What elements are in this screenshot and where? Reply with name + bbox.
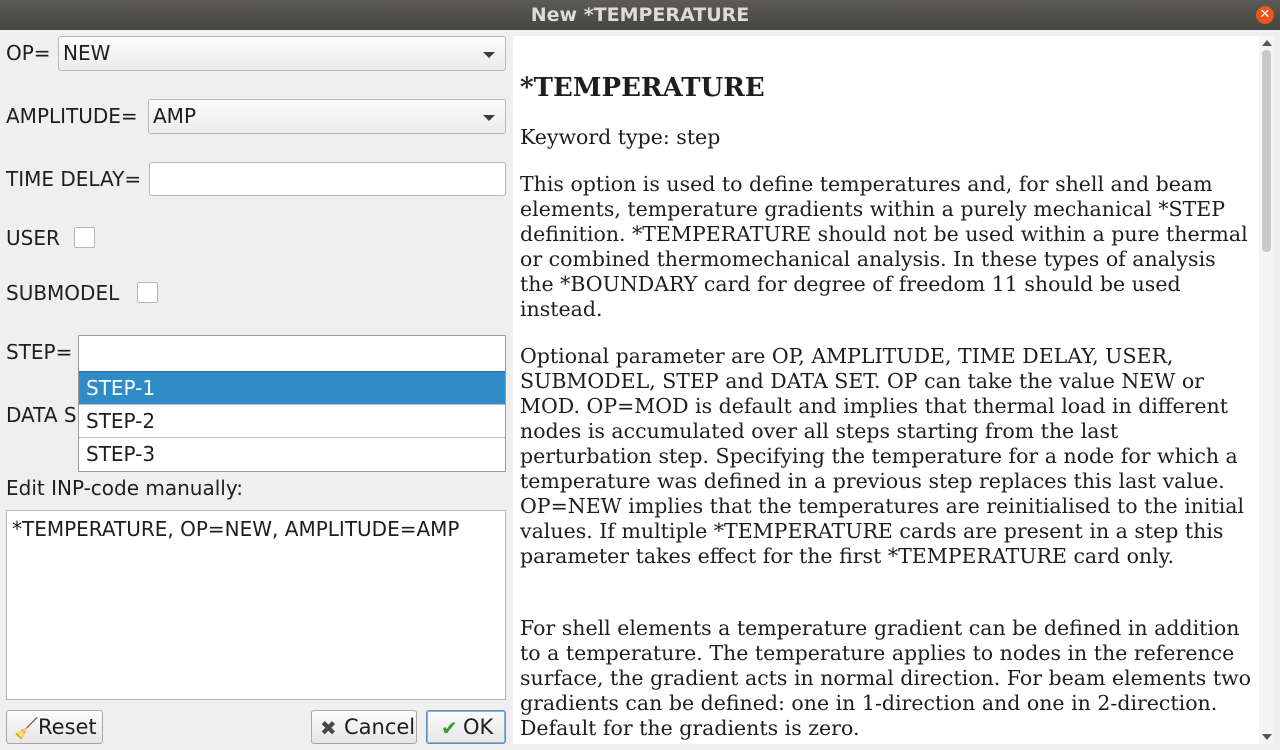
reset-button-label: Reset bbox=[38, 715, 97, 739]
step-option-1[interactable]: STEP-1 bbox=[79, 371, 505, 404]
x-icon: ✖ bbox=[320, 716, 337, 740]
scroll-down-icon[interactable] bbox=[1262, 734, 1272, 740]
step-dropdown[interactable]: STEP-1 STEP-2 STEP-3 bbox=[78, 335, 506, 472]
step-option-3[interactable]: STEP-3 bbox=[79, 437, 505, 470]
help-paragraph-1: This option is used to define temperatur… bbox=[520, 172, 1248, 321]
data-set-label: DATA S bbox=[6, 403, 77, 427]
ok-button[interactable]: ✔ OK bbox=[426, 710, 506, 744]
op-combobox[interactable]: NEW bbox=[58, 36, 506, 71]
reset-button[interactable]: 🧹 Reset bbox=[6, 710, 103, 744]
cancel-button[interactable]: ✖ Cancel bbox=[311, 710, 417, 744]
time-delay-label: TIME DELAY= bbox=[6, 167, 142, 191]
chevron-down-icon bbox=[483, 52, 495, 58]
amplitude-label: AMPLITUDE= bbox=[6, 104, 138, 128]
op-label: OP= bbox=[6, 41, 51, 65]
help-paragraph-3: For shell elements a temperature gradien… bbox=[520, 616, 1251, 740]
submodel-checkbox[interactable] bbox=[137, 282, 158, 303]
ok-button-label: OK bbox=[463, 715, 494, 739]
op-value: NEW bbox=[63, 41, 111, 65]
help-heading: *TEMPERATURE bbox=[520, 73, 765, 103]
time-delay-input[interactable] bbox=[149, 162, 506, 196]
scrollbar-thumb[interactable] bbox=[1262, 50, 1271, 252]
window-title: New *TEMPERATURE bbox=[530, 4, 750, 26]
help-paragraph-2: Optional parameter are OP, AMPLITUDE, TI… bbox=[520, 344, 1245, 568]
step-option-2[interactable]: STEP-2 bbox=[79, 404, 505, 437]
help-panel: *TEMPERATURE Keyword type: step This opt… bbox=[513, 36, 1259, 744]
edit-inp-label: Edit INP-code manually: bbox=[6, 476, 243, 500]
submodel-label: SUBMODEL bbox=[6, 281, 120, 305]
user-label: USER bbox=[6, 226, 60, 250]
step-current-value[interactable] bbox=[79, 336, 505, 371]
window-titlebar: New *TEMPERATURE ✕ bbox=[0, 0, 1280, 30]
amplitude-combobox[interactable]: AMP bbox=[148, 99, 506, 134]
scroll-up-icon[interactable] bbox=[1262, 40, 1272, 46]
close-icon[interactable]: ✕ bbox=[1256, 6, 1274, 24]
amplitude-value: AMP bbox=[153, 104, 196, 128]
help-scrollbar[interactable] bbox=[1259, 36, 1274, 744]
user-checkbox[interactable] bbox=[74, 227, 95, 248]
checkmark-icon: ✔ bbox=[441, 716, 458, 740]
cancel-button-label: Cancel bbox=[344, 715, 416, 739]
help-keyword-type: Keyword type: step bbox=[520, 125, 721, 149]
inp-code-editor[interactable]: *TEMPERATURE, OP=NEW, AMPLITUDE=AMP bbox=[6, 510, 506, 700]
broom-icon: 🧹 bbox=[14, 716, 39, 740]
step-label: STEP= bbox=[6, 340, 73, 364]
chevron-down-icon bbox=[483, 115, 495, 121]
